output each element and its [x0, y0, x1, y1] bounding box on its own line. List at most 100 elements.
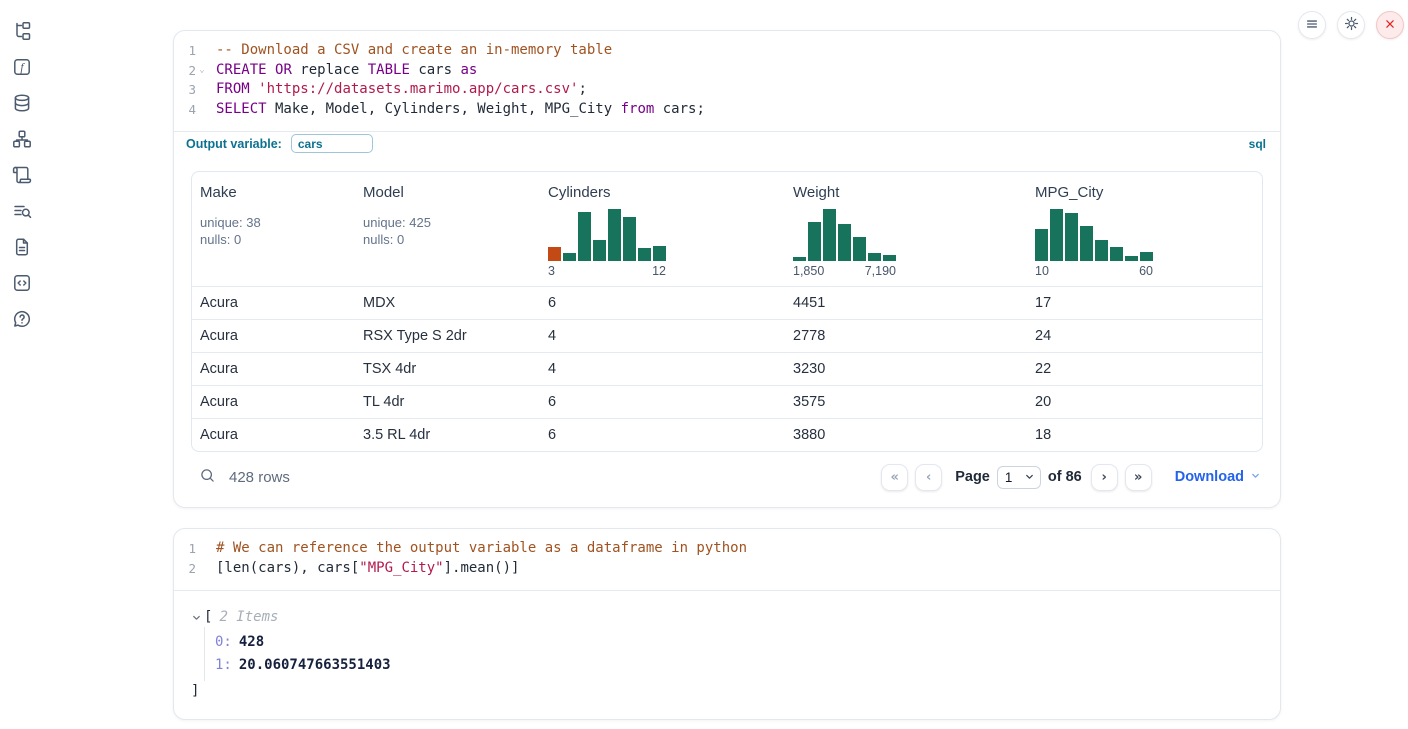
last-page-button[interactable]: » [1125, 464, 1152, 491]
prev-page-button[interactable]: ‹ [915, 464, 942, 491]
histogram-bar [593, 240, 606, 261]
sql-code-editor[interactable]: 1-- Download a CSV and create an in-memo… [174, 31, 1280, 131]
code-square-icon [12, 273, 32, 296]
histogram-bar [793, 257, 806, 261]
notebook: 1-- Download a CSV and create an in-memo… [173, 30, 1281, 720]
svg-text:f: f [20, 62, 25, 74]
table-cell: 3230 [785, 352, 1027, 385]
table-row[interactable]: AcuraRSX Type S 2dr4277824 [192, 319, 1262, 352]
code-line[interactable]: 4 SELECT Make, Model, Cylinders, Weight, … [174, 100, 1280, 120]
column-header-Cylinders[interactable]: Cylinders 312 [540, 172, 785, 286]
table-cell: MDX [355, 286, 540, 319]
table-cell: 3575 [785, 385, 1027, 418]
notebook-menu-button[interactable] [1298, 11, 1326, 39]
first-page-button[interactable]: « [881, 464, 908, 491]
code-line[interactable]: 1# We can reference the output variable … [174, 539, 1280, 559]
open-bracket: [ [204, 609, 212, 625]
next-page-button[interactable]: › [1091, 464, 1118, 491]
histogram-bar [1080, 226, 1093, 261]
code-line[interactable]: 2 [len(cars), cars["MPG_City"].mean()] [174, 559, 1280, 579]
column-stats: unique: 425nulls: 0 [363, 214, 532, 248]
page-select-value: 1 [1005, 470, 1013, 485]
output-variable-label: Output variable: [186, 137, 282, 151]
histogram-min-label: 1,850 [793, 264, 824, 278]
output-variable-input[interactable] [291, 134, 373, 153]
table-cell: 22 [1027, 352, 1262, 385]
line-number: 2 [174, 559, 196, 579]
sidebar-item-dependencies[interactable] [12, 130, 32, 150]
table-cell: 6 [540, 385, 785, 418]
table-search-button[interactable] [199, 467, 216, 487]
code-text: [len(cars), cars["MPG_City"].mean()] [208, 559, 519, 579]
fold-gutter [196, 100, 208, 120]
page-select[interactable]: 1 [997, 466, 1041, 489]
table-cell: Acura [192, 385, 355, 418]
shutdown-button[interactable] [1376, 11, 1404, 39]
histogram-bar [1050, 209, 1063, 261]
fold-gutter [196, 539, 208, 559]
table-cell: 3880 [785, 418, 1027, 451]
column-histogram[interactable]: 312 [548, 209, 666, 278]
histogram-bar [838, 224, 851, 261]
table-row[interactable]: AcuraMDX6445117 [192, 286, 1262, 319]
histogram-bar [548, 247, 561, 261]
column-title: MPG_City [1035, 184, 1254, 201]
chevron-down-icon [1250, 469, 1261, 485]
sidebar-item-help[interactable] [12, 310, 32, 330]
sidebar-item-data-sources[interactable] [12, 94, 32, 114]
column-header-Weight[interactable]: Weight1,8507,190 [785, 172, 1027, 286]
code-line[interactable]: 3FROM 'https://datasets.marimo.app/cars.… [174, 80, 1280, 100]
function-square-icon: f [12, 57, 32, 80]
table-row[interactable]: AcuraTSX 4dr4323022 [192, 352, 1262, 385]
collapse-chevron-icon[interactable] [191, 612, 204, 623]
fold-chevron-icon[interactable]: ⌄ [196, 61, 208, 81]
code-text: FROM 'https://datasets.marimo.app/cars.c… [208, 80, 587, 100]
sidebar-item-variables[interactable]: f [12, 58, 32, 78]
sidebar-item-file-explorer[interactable] [12, 22, 32, 42]
sidebar-item-scratchpad[interactable] [12, 166, 32, 186]
column-histogram[interactable]: 1060 [1035, 209, 1153, 278]
fold-gutter [196, 80, 208, 100]
histogram-bar [578, 212, 591, 261]
table-cell: 6 [540, 418, 785, 451]
hamburger-icon [1304, 16, 1320, 35]
sidebar: f [0, 0, 44, 729]
settings-button[interactable] [1337, 11, 1365, 39]
table-cell: 2778 [785, 319, 1027, 352]
download-button[interactable]: Download [1175, 469, 1261, 485]
scroll-icon [12, 165, 32, 188]
table-cell: TL 4dr [355, 385, 540, 418]
table-cell: 18 [1027, 418, 1262, 451]
histogram-bar [1095, 240, 1108, 261]
table-cell: Acura [192, 352, 355, 385]
item-value: 20.060747663551403 [239, 657, 391, 673]
table-cell: TSX 4dr [355, 352, 540, 385]
table-row[interactable]: AcuraTL 4dr6357520 [192, 385, 1262, 418]
list-item: 0:428 [215, 631, 1264, 654]
column-header-MPG_City[interactable]: MPG_City 1060 [1027, 172, 1262, 286]
chevron-down-icon [1024, 470, 1035, 485]
table-row[interactable]: Acura3.5 RL 4dr6388018 [192, 418, 1262, 451]
histogram-bar [1110, 247, 1123, 261]
close-icon [1383, 17, 1397, 34]
fold-gutter [196, 41, 208, 61]
sidebar-item-snippets[interactable] [12, 274, 32, 294]
code-line[interactable]: 2⌄CREATE OR replace TABLE cars as [174, 61, 1280, 81]
data-table: Makeunique: 38nulls: 0Modelunique: 425nu… [191, 171, 1263, 452]
column-header-Model[interactable]: Modelunique: 425nulls: 0 [355, 172, 540, 286]
column-histogram[interactable]: 1,8507,190 [793, 209, 896, 278]
histogram-bar [653, 246, 666, 261]
page-total-label: of 86 [1048, 469, 1082, 485]
column-title: Cylinders [548, 184, 777, 201]
table-footer: 428 rows « ‹ Page 1 of 86 › » Download [191, 461, 1263, 493]
code-line[interactable]: 1-- Download a CSV and create an in-memo… [174, 41, 1280, 61]
column-header-Make[interactable]: Makeunique: 38nulls: 0 [192, 172, 355, 286]
code-text: SELECT Make, Model, Cylinders, Weight, M… [208, 100, 705, 120]
sidebar-item-documentation[interactable] [12, 238, 32, 258]
item-value: 428 [239, 634, 264, 650]
sidebar-item-logs[interactable] [12, 202, 32, 222]
column-title: Make [200, 184, 347, 201]
table-cell: RSX Type S 2dr [355, 319, 540, 352]
python-code-editor[interactable]: 1# We can reference the output variable … [174, 529, 1280, 590]
line-number: 4 [174, 100, 196, 120]
